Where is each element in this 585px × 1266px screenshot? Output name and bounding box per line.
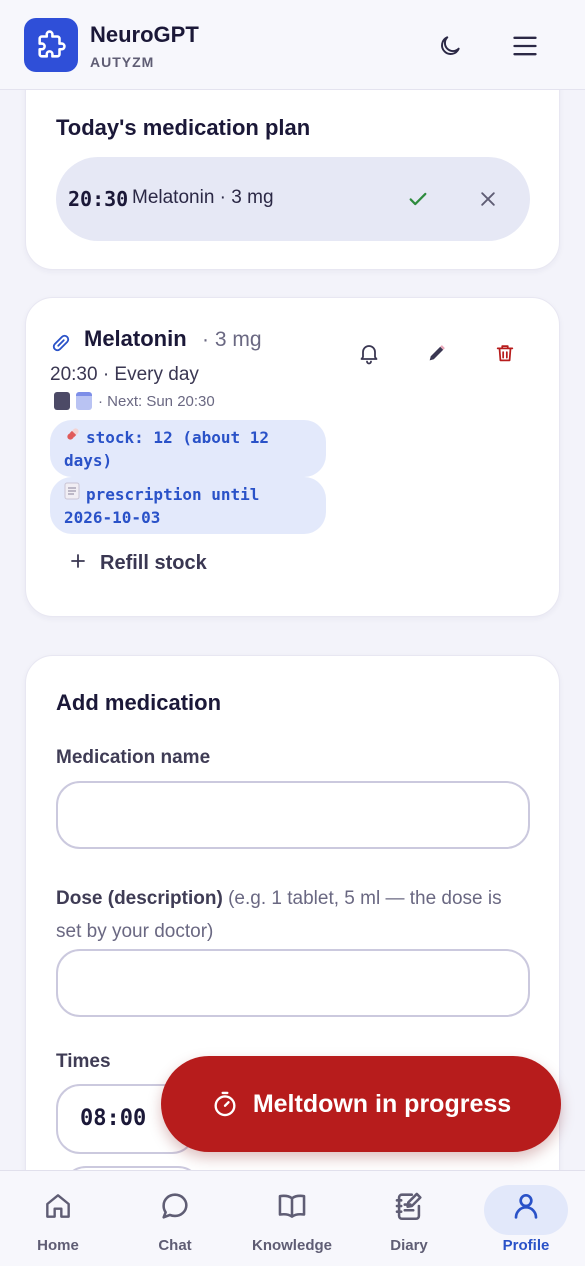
puzzle-logo-icon[interactable]	[24, 18, 78, 72]
notebook-icon	[359, 1187, 459, 1225]
bottom-nav: Home Chat Knowledge Diary Profile	[0, 1170, 585, 1266]
chat-icon	[125, 1187, 225, 1225]
prescription-text: prescription until 2026-10-03	[64, 485, 260, 527]
edit-button[interactable]	[422, 338, 452, 368]
nav-profile[interactable]: Profile	[476, 1185, 576, 1254]
user-icon	[476, 1185, 576, 1235]
stopwatch-icon	[214, 1091, 236, 1117]
nav-diary-label: Diary	[390, 1237, 428, 1254]
dose-label-text: Dose (description)	[56, 888, 223, 909]
app-header: NeuroGPT AUTYZM	[0, 0, 585, 90]
check-icon	[409, 192, 427, 206]
reminder-button[interactable]	[354, 338, 384, 368]
nav-chat[interactable]: Chat	[125, 1187, 225, 1254]
document-icon	[64, 482, 86, 506]
nav-chat-label: Chat	[158, 1237, 192, 1254]
medication-next-dose: · Next: Sun 20:30	[98, 392, 215, 410]
pencil-icon	[429, 345, 445, 361]
stock-chip: stock: 12 (about 12 days)	[50, 420, 326, 477]
nav-knowledge-label: Knowledge	[251, 1237, 332, 1254]
pill-icon	[64, 425, 86, 449]
nav-home[interactable]: Home	[8, 1187, 108, 1254]
meltdown-label: Meltdown in progress	[252, 1089, 512, 1118]
menu-button[interactable]	[505, 26, 545, 66]
hamburger-icon	[513, 36, 537, 56]
phone-icon	[54, 392, 70, 410]
app-title: NeuroGPT	[90, 22, 199, 47]
skip-dose-button[interactable]	[474, 185, 502, 213]
dose-label: Dose (description) (e.g. 1 tablet, 5 ml …	[56, 882, 530, 948]
nav-home-label: Home	[37, 1237, 79, 1254]
times-label: Times	[56, 1051, 111, 1072]
meltdown-button[interactable]: Meltdown in progress	[161, 1056, 561, 1152]
bell-icon	[360, 345, 378, 365]
nav-knowledge[interactable]: Knowledge	[242, 1187, 342, 1254]
mark-taken-button[interactable]	[404, 185, 432, 213]
stock-text: stock: 12 (about 12 days)	[64, 428, 270, 470]
home-icon	[8, 1187, 108, 1225]
close-icon	[481, 192, 495, 206]
moon-icon	[441, 36, 460, 55]
medication-name: Melatonin	[84, 326, 187, 351]
refill-stock-button[interactable]: Refill stock	[70, 552, 207, 575]
book-icon	[242, 1187, 342, 1225]
dose-input[interactable]	[56, 949, 530, 1017]
plan-entry-name: Melatonin · 3 mg	[132, 187, 274, 208]
pill-link-icon	[50, 332, 72, 359]
plan-entry-time: 20:30	[68, 187, 129, 211]
plan-entry: 20:30 Melatonin · 3 mg	[56, 157, 530, 241]
nav-diary[interactable]: Diary	[359, 1187, 459, 1254]
today-plan-card: Today's medication plan 20:30 Melatonin …	[25, 60, 560, 270]
medication-schedule: 20:30 · Every day	[50, 364, 199, 385]
calendar-icon	[76, 392, 92, 410]
prescription-chip: prescription until 2026-10-03	[50, 477, 326, 534]
refill-stock-label: Refill stock	[100, 552, 207, 574]
medication-dose: · 3 mg	[202, 328, 262, 351]
medication-card: Melatonin · 3 mg 20:30 · Every day · Nex…	[25, 297, 560, 617]
medication-next-row: · Next: Sun 20:30	[54, 392, 215, 410]
medication-name-input[interactable]	[56, 781, 530, 849]
add-medication-title: Add medication	[56, 690, 222, 715]
delete-button[interactable]	[490, 338, 520, 368]
nav-profile-label: Profile	[502, 1237, 550, 1254]
dark-mode-toggle[interactable]	[430, 26, 470, 66]
trash-icon	[496, 345, 514, 362]
today-plan-title: Today's medication plan	[56, 115, 311, 140]
plus-icon	[70, 552, 86, 575]
app-subtitle: AUTYZM	[90, 54, 155, 70]
time-input-value: 08:00	[80, 1106, 147, 1131]
medication-name-label: Medication name	[56, 747, 211, 768]
